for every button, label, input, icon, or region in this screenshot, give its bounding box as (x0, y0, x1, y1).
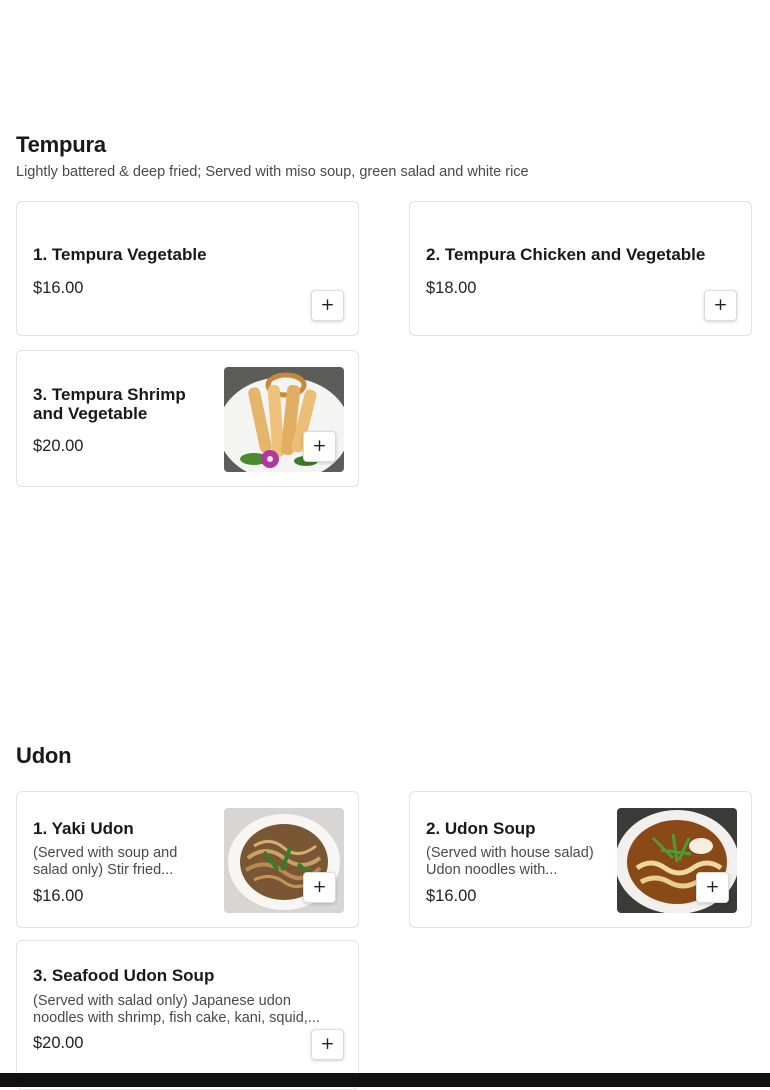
plus-icon: + (312, 877, 327, 897)
section-title-udon: Udon (16, 743, 72, 768)
item-name: 1. Tempura Vegetable (33, 245, 207, 264)
item-name: 1. Yaki Udon (33, 819, 134, 838)
add-item-button[interactable]: + (696, 872, 729, 903)
item-name: 3. Seafood Udon Soup (33, 966, 215, 985)
item-description: (Served with house salad) Udon noodles w… (426, 845, 594, 878)
menu-item-tempura-shrimp-vegetable[interactable]: 3. Tempura Shrimp and Vegetable $20.00 + (16, 350, 359, 487)
menu-item-tempura-vegetable[interactable]: 1. Tempura Vegetable $16.00 + (16, 201, 359, 336)
udon-section: Udon (16, 743, 754, 769)
add-item-button[interactable]: + (303, 872, 336, 903)
add-item-button[interactable]: + (311, 1029, 344, 1060)
plus-icon: + (713, 295, 728, 315)
add-item-button[interactable]: + (303, 431, 336, 462)
item-price: $20.00 (33, 437, 84, 455)
item-name: 2. Tempura Chicken and Vegetable (426, 245, 706, 264)
plus-icon: + (705, 877, 720, 897)
section-description-tempura: Lightly battered & deep fried; Served wi… (16, 164, 529, 180)
item-price: $18.00 (426, 279, 477, 297)
plus-icon: + (320, 1034, 335, 1054)
menu-item-tempura-chicken-vegetable[interactable]: 2. Tempura Chicken and Vegetable $18.00 … (409, 201, 752, 336)
menu-item-yaki-udon[interactable]: 1. Yaki Udon (Served with soup and salad… (16, 791, 359, 928)
item-price: $16.00 (33, 279, 84, 297)
add-item-button[interactable]: + (311, 290, 344, 321)
menu-item-udon-soup[interactable]: 2. Udon Soup (Served with house salad) U… (409, 791, 752, 928)
item-price: $16.00 (33, 887, 84, 905)
item-name: 2. Udon Soup (426, 819, 536, 838)
section-title-tempura: Tempura (16, 132, 106, 157)
item-price: $20.00 (33, 1034, 84, 1052)
item-price: $16.00 (426, 887, 477, 905)
add-item-button[interactable]: + (704, 290, 737, 321)
menu-item-seafood-udon-soup[interactable]: 3. Seafood Udon Soup (Served with salad … (16, 940, 359, 1090)
bottom-bar (0, 1073, 770, 1087)
item-description: (Served with salad only) Japanese udon n… (33, 993, 320, 1026)
tempura-section: Tempura Lightly battered & deep fried; S… (16, 132, 754, 180)
plus-icon: + (312, 436, 327, 456)
item-name: 3. Tempura Shrimp and Vegetable (33, 385, 186, 423)
item-description: (Served with soup and salad only) Stir f… (33, 845, 178, 878)
plus-icon: + (320, 295, 335, 315)
